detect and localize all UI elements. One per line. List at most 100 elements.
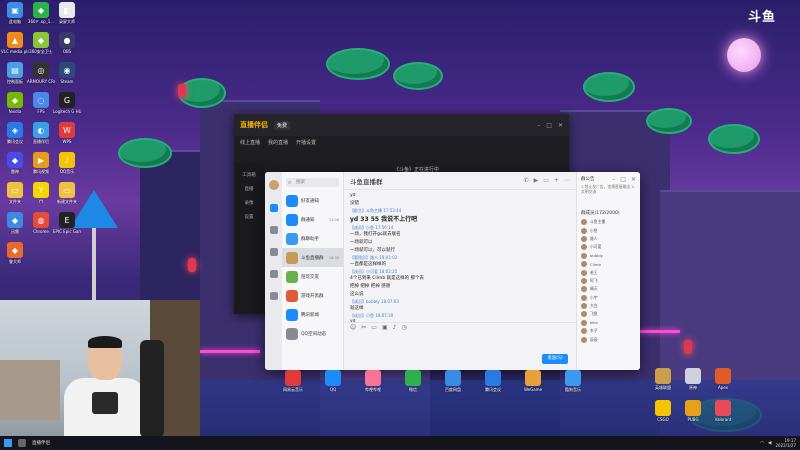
list-item[interactable]: 群通知 13:06 bbox=[282, 210, 343, 229]
taskbar-clock[interactable]: 19:17 2022/1/27 bbox=[775, 438, 796, 448]
list-item[interactable]: 陪玩交友 bbox=[282, 267, 343, 286]
screen-share-icon[interactable]: ▭ bbox=[543, 177, 549, 184]
member-row[interactable]: 飞鱼 bbox=[581, 310, 636, 318]
desktop-icon[interactable]: 原神 bbox=[680, 368, 706, 391]
member-row[interactable]: 老王 bbox=[581, 268, 636, 276]
video-icon[interactable]: ▶ bbox=[534, 177, 539, 184]
desktop-icon[interactable]: ◆ 360Ｆ.xp_1... bbox=[28, 2, 54, 25]
list-item[interactable]: 好友通知 bbox=[282, 191, 343, 210]
member-row[interactable]: 辰辰 bbox=[581, 335, 636, 343]
phone-icon[interactable]: ✆ bbox=[524, 177, 529, 184]
desktop-icon[interactable]: 微信 bbox=[400, 370, 426, 393]
desktop-icon[interactable]: Y YY bbox=[28, 182, 54, 204]
member-row[interactable]: Climb bbox=[581, 260, 636, 268]
desktop-icon[interactable]: ▣ 此电脑 bbox=[2, 2, 28, 25]
emoji-icon[interactable]: ☺ bbox=[350, 324, 356, 331]
sidebar-item-live[interactable]: 直播 bbox=[245, 186, 254, 192]
desktop-icon[interactable]: QQ bbox=[320, 370, 346, 392]
desktop-icon[interactable]: 英雄联盟 bbox=[650, 368, 676, 391]
desktop-icon[interactable]: ▲VLC media player bbox=[1, 32, 29, 54]
network-icon[interactable]: ◠ bbox=[760, 441, 764, 446]
list-item[interactable]: 群聊助手 bbox=[282, 229, 343, 248]
image-icon[interactable]: ▣ bbox=[382, 324, 388, 331]
message-icon[interactable] bbox=[269, 204, 278, 212]
minimize-icon[interactable]: – bbox=[537, 122, 540, 129]
folder-icon[interactable] bbox=[269, 270, 278, 278]
menu-icon[interactable] bbox=[269, 292, 278, 300]
desktop-icon[interactable]: WeGame bbox=[520, 370, 546, 392]
avatar[interactable] bbox=[268, 180, 279, 190]
desktop-icon[interactable]: ♪ QQ音乐 bbox=[54, 152, 80, 175]
folder-icon[interactable]: ▭ bbox=[371, 324, 377, 331]
close-icon[interactable]: ✕ bbox=[631, 176, 636, 183]
desktop-icon[interactable]: ◆ 鲁大师 bbox=[2, 242, 28, 265]
desktop-icon[interactable]: ◎ARMOURY CRATE bbox=[27, 62, 55, 84]
member-row[interactable]: 斗鱼主播 bbox=[581, 218, 636, 226]
desktop-icon[interactable]: ▶ 腾讯视频 bbox=[28, 152, 54, 175]
scissors-icon[interactable]: ✂ bbox=[361, 324, 366, 331]
volume-icon[interactable]: ◀ bbox=[768, 441, 771, 446]
sidebar-item-record[interactable]: 录像 bbox=[245, 200, 254, 206]
desktop-icon[interactable]: 腾讯会议 bbox=[480, 370, 506, 393]
sidebar-item-settings[interactable]: 设置 bbox=[245, 214, 254, 220]
desktop-icon[interactable]: ◈ 腾讯会议 bbox=[2, 122, 28, 145]
desktop-icon[interactable]: ▤ 控制面板 bbox=[2, 62, 28, 85]
taskbar-active-app[interactable]: 直播伴侣 bbox=[32, 440, 50, 446]
desktop-icon[interactable]: ◆ Nvidia bbox=[2, 92, 28, 114]
qq-chat-window[interactable]: – □ ✕ 搜索 好友通知群通知13:06群聊助手斗鱼直播群18:30陪玩交友游… bbox=[265, 172, 640, 370]
tab-live[interactable]: 线上直播 bbox=[240, 139, 260, 146]
history-icon[interactable]: ◷ bbox=[401, 324, 406, 331]
minimize-icon[interactable]: – bbox=[612, 176, 615, 183]
member-row[interactable]: 木子 bbox=[581, 327, 636, 335]
member-row[interactable]: kiko bbox=[581, 319, 636, 327]
member-row[interactable]: 大白 bbox=[581, 302, 636, 310]
desktop-icon[interactable]: EEPIC Epic Games bbox=[53, 212, 81, 234]
desktop-icon[interactable]: 百度网盘 bbox=[440, 370, 466, 393]
desktop-icon[interactable]: ◆ 360安全卫士 bbox=[28, 32, 54, 55]
list-item[interactable]: 游戏开黑群 bbox=[282, 286, 343, 305]
windows-start-icon[interactable] bbox=[4, 439, 12, 447]
desktop-icon[interactable]: 网易云音乐 bbox=[280, 370, 306, 393]
desktop-icon[interactable]: ◍ Chrome bbox=[28, 212, 54, 234]
desktop-icon[interactable]: GLogitech G HUB bbox=[53, 92, 81, 114]
member-row[interactable]: 晴天 bbox=[581, 285, 636, 293]
desktop-icon[interactable]: 酷狗音乐 bbox=[560, 370, 586, 393]
search-input[interactable]: 搜索 bbox=[286, 178, 339, 187]
desktop-icon[interactable]: ▭ 新建文件夹 bbox=[54, 182, 80, 205]
member-row[interactable]: 小鱼 bbox=[581, 226, 636, 234]
list-item[interactable]: 腾讯新闻 bbox=[282, 305, 343, 324]
desktop-icon[interactable]: 哔哩哔哩 bbox=[360, 370, 386, 393]
member-row[interactable]: 小可爱 bbox=[581, 243, 636, 251]
desktop-icon[interactable]: CSGO bbox=[650, 400, 676, 422]
desktop-icon[interactable]: Valorant bbox=[710, 400, 736, 422]
desktop-icon[interactable]: ● OBS bbox=[54, 32, 80, 54]
desktop-icon[interactable]: ◐ 直播伴侣 bbox=[28, 122, 54, 145]
mic-icon[interactable]: ♪ bbox=[393, 324, 397, 331]
desktop-icon[interactable]: ◉ Steam bbox=[54, 62, 80, 84]
contacts-icon[interactable] bbox=[269, 226, 278, 234]
tab-settings[interactable]: 开播设置 bbox=[296, 139, 316, 146]
desktop-icon[interactable]: ◧ 录屏大师 bbox=[54, 2, 80, 25]
list-item[interactable]: 斗鱼直播群 18:30 bbox=[282, 248, 343, 267]
member-row[interactable]: 小宇 bbox=[581, 294, 636, 302]
desktop-icon[interactable]: ◆ 雷神 bbox=[2, 152, 28, 175]
desktop-icon[interactable]: ▭ 文件夹 bbox=[2, 182, 28, 205]
member-row[interactable]: 阿飞 bbox=[581, 277, 636, 285]
tab-my-live[interactable]: 我的直播 bbox=[268, 139, 288, 146]
maximize-icon[interactable]: □ bbox=[620, 176, 626, 183]
sidebar-item-tools[interactable]: 工具箱 bbox=[242, 172, 256, 178]
list-item[interactable]: QQ空间动态 bbox=[282, 324, 343, 343]
close-icon[interactable]: ✕ bbox=[558, 122, 563, 129]
member-row[interactable]: 路人 bbox=[581, 235, 636, 243]
member-row[interactable]: bubbly bbox=[581, 252, 636, 260]
send-button[interactable]: 发送(S) bbox=[542, 354, 568, 364]
desktop-icon[interactable]: ◌ FPS bbox=[28, 92, 54, 114]
star-icon[interactable] bbox=[269, 248, 278, 256]
add-member-icon[interactable]: + bbox=[554, 177, 559, 184]
taskbar-app-icon[interactable] bbox=[18, 439, 26, 447]
desktop-icon[interactable]: W WPS bbox=[54, 122, 80, 144]
desktop-icon[interactable]: PUBG bbox=[680, 400, 706, 422]
desktop-icon[interactable]: ◆ 迅雷 bbox=[2, 212, 28, 235]
maximize-icon[interactable]: □ bbox=[546, 122, 552, 129]
desktop-icon[interactable]: Apex bbox=[710, 368, 736, 390]
